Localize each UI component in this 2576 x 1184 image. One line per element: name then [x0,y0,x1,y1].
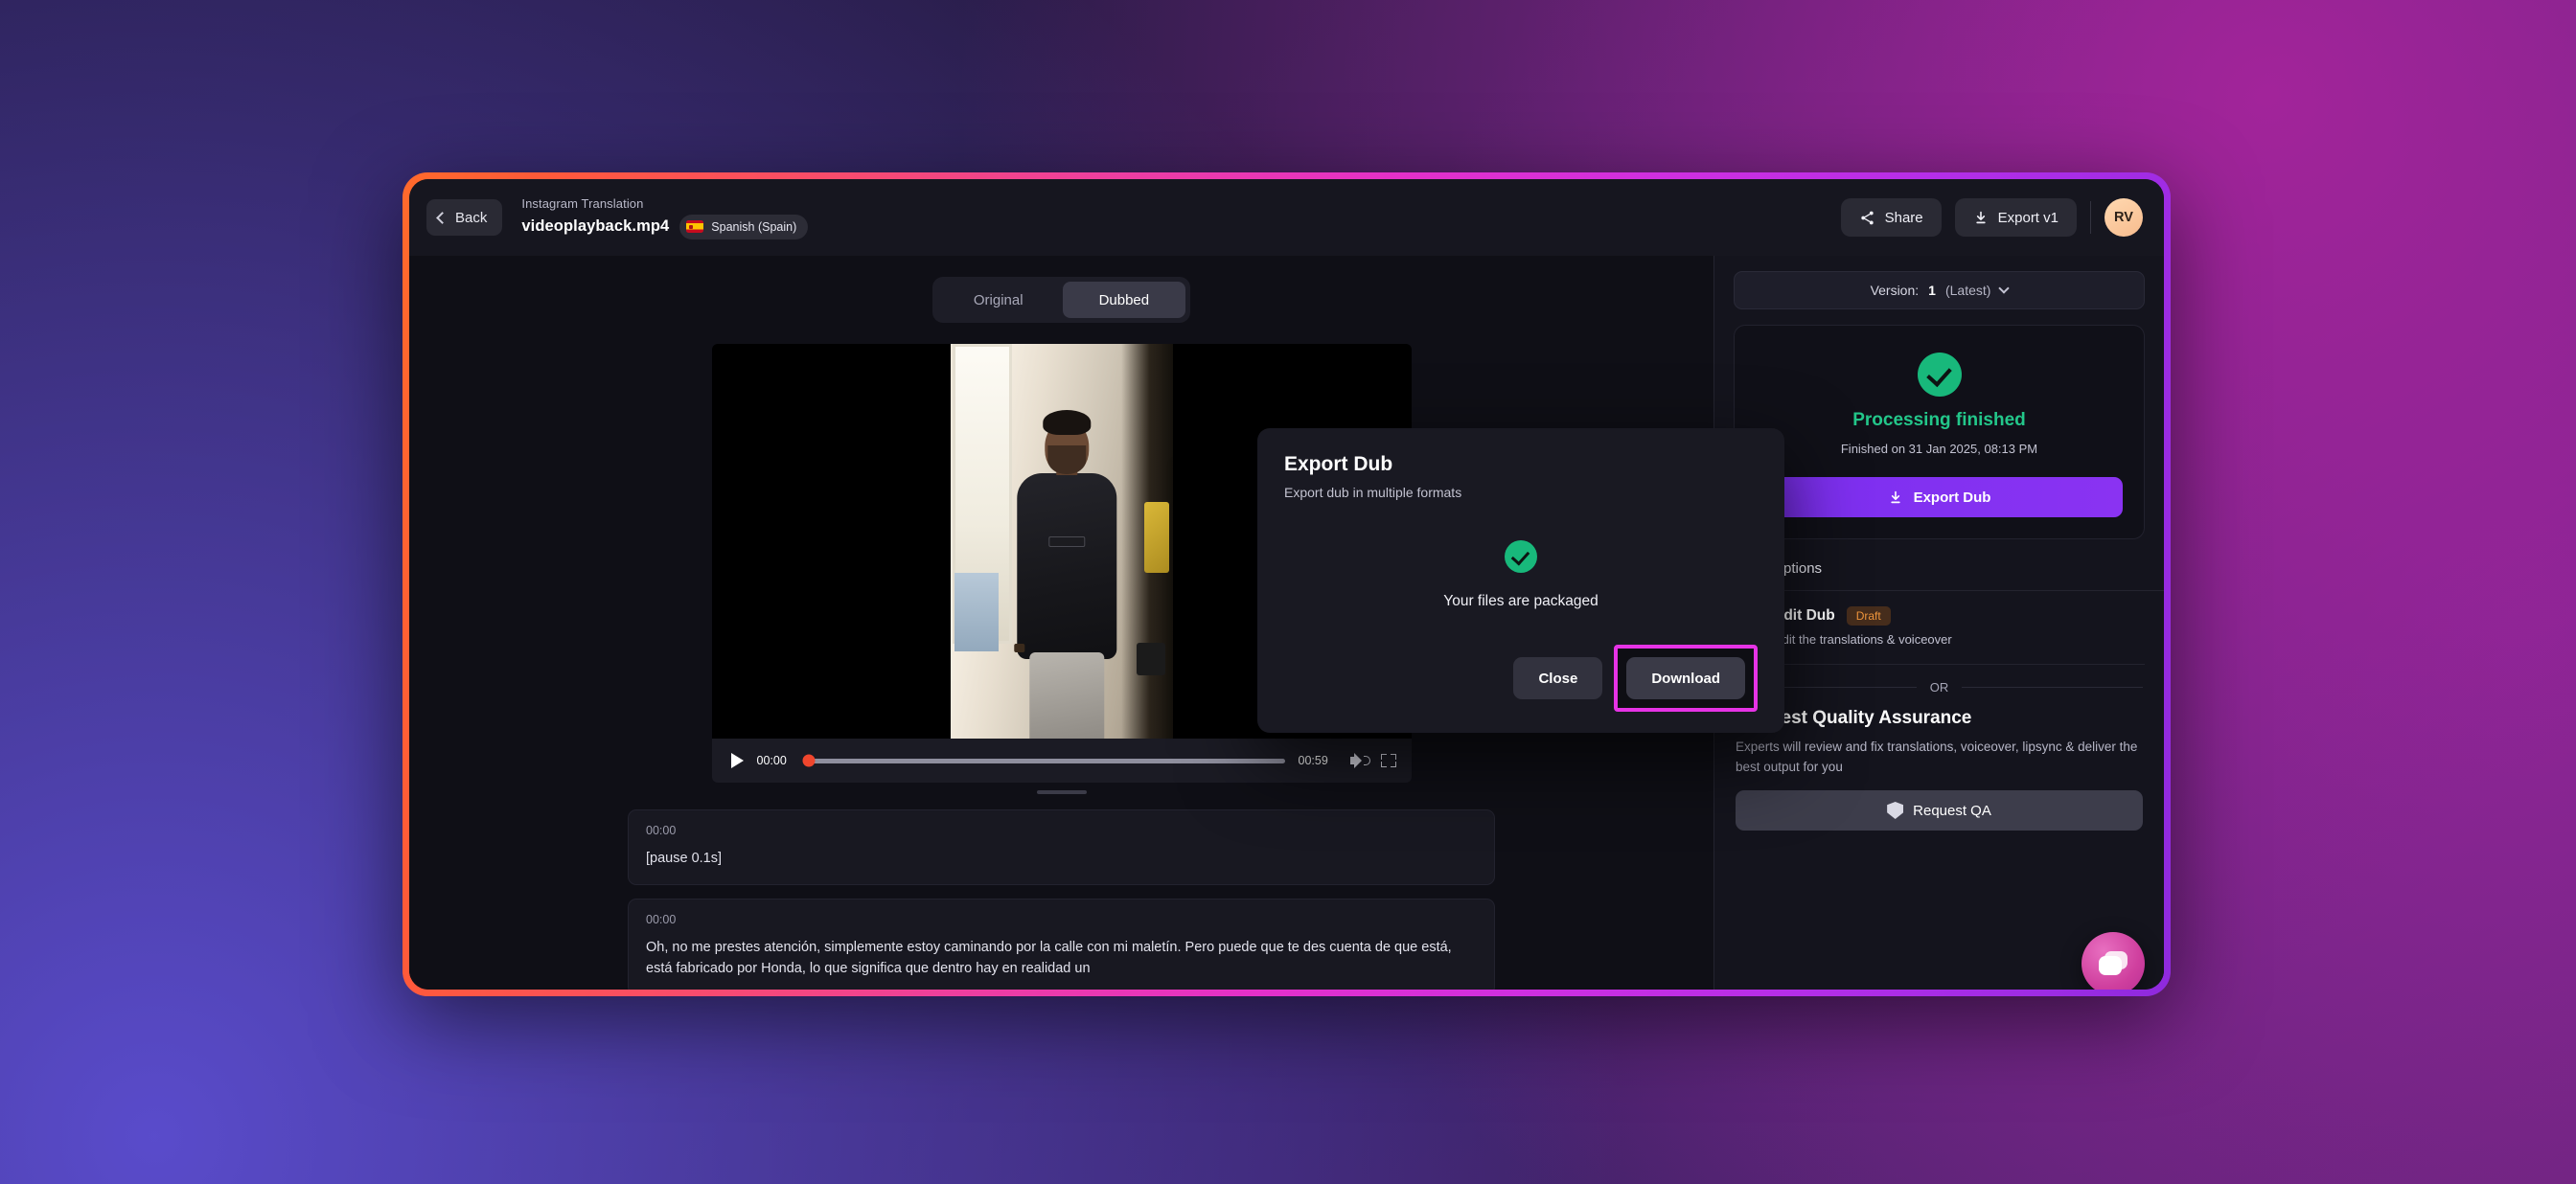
modal-actions: Close Download [1284,645,1758,712]
export-dub-label: Export Dub [1913,489,1991,506]
transcript-segment[interactable]: 00:00 Oh, no me prestes atención, simple… [628,899,1495,990]
duration-time: 00:59 [1298,754,1328,767]
version-number: 1 [1928,283,1936,298]
version-suffix: (Latest) [1944,283,1991,298]
close-button[interactable]: Close [1513,657,1603,699]
modal-status: Your files are packaged [1284,540,1758,610]
or-label: OR [1929,680,1949,694]
app-window: Back Instagram Translation videoplayback… [409,179,2164,990]
request-qa-label: Request QA [1913,802,1991,819]
shield-icon [1887,802,1904,820]
transcript-segment[interactable]: 00:00 [pause 0.1s] [628,809,1495,886]
chevron-down-icon [1998,283,2011,294]
play-button[interactable] [730,753,744,768]
download-icon [1890,490,1900,503]
tabs-group: Original Dubbed [932,277,1191,323]
language-chip[interactable]: Spanish (Spain) [679,214,809,239]
download-button-highlight: Download [1614,645,1758,712]
export-dub-button[interactable]: Export Dub [1756,477,2123,517]
qa-title: Request Quality Assurance [1736,708,1972,728]
qa-subtitle: Experts will review and fix translations… [1736,740,2138,774]
request-qa-button[interactable]: Request QA [1736,790,2143,831]
export-version-button[interactable]: Export v1 [1954,198,2077,237]
video-frame-image [950,344,1173,739]
video-background-object-dark [1136,643,1165,676]
breadcrumb: Instagram Translation [521,195,644,211]
seek-slider[interactable] [802,754,1285,767]
person-torso [1016,473,1116,659]
request-qa-block: Request Quality Assurance Experts will r… [1736,708,2143,831]
person-pants [1028,652,1104,739]
share-button[interactable]: Share [1840,198,1942,237]
video-background-window-lower [954,572,999,652]
status-badge: Draft [1846,606,1891,626]
version-prefix: Version: [1870,283,1920,298]
segment-timestamp: 00:00 [646,824,677,837]
segment-text[interactable]: [pause 0.1s] [646,848,1477,869]
edit-dub-option[interactable]: Edit Dub Draft Edit the translations & v… [1734,591,2145,665]
edit-dub-title-row: Edit Dub Draft [1774,606,1952,626]
title-row: videoplayback.mp4 Spanish (Spain) [521,214,809,239]
video-subject-person [1003,407,1130,739]
other-options-heading: Other options [1736,560,1823,577]
header-divider [2090,201,2091,234]
current-time: 00:00 [756,754,787,767]
person-beard [1046,444,1086,474]
back-button-label: Back [455,209,488,226]
tab-dubbed[interactable]: Dubbed [1062,282,1186,318]
share-button-label: Share [1884,209,1923,226]
edit-dub-texts: Edit Dub Draft Edit the translations & v… [1774,606,1952,647]
seek-handle[interactable] [802,754,815,767]
app-window-frame: Back Instagram Translation videoplayback… [402,172,2171,996]
modal-subtitle: Export dub in multiple formats [1284,485,1462,500]
share-icon [1860,211,1874,224]
export-version-label: Export v1 [1997,209,2058,226]
status-title: Processing finished [1852,410,2026,430]
or-line-right [1962,687,2143,688]
chat-bubble-icon [2099,951,2128,976]
person-shirt-logo [1047,535,1085,547]
file-name: videoplayback.mp4 [521,217,670,235]
volume-icon[interactable] [1349,753,1370,768]
segment-text[interactable]: Oh, no me prestes atención, simplemente … [646,937,1477,979]
version-selector[interactable]: Version: 1 (Latest) [1734,271,2145,309]
avatar[interactable]: RV [2104,198,2143,237]
chat-support-button[interactable] [2082,932,2145,990]
chevron-left-icon [436,212,448,224]
processing-status-card: Processing finished Finished on 31 Jan 2… [1734,325,2145,539]
download-icon [1975,211,1986,223]
success-check-icon [1917,353,1962,397]
download-button[interactable]: Download [1626,657,1745,699]
title-block: Instagram Translation videoplayback.mp4 … [521,195,809,239]
export-dub-modal: Export Dub Export dub in multiple format… [1257,428,1784,733]
spain-flag-icon [686,220,704,233]
audio-track-tabs: Original Dubbed [409,256,1714,323]
language-chip-label: Spanish (Spain) [711,219,797,234]
panel-drag-handle[interactable] [1036,790,1087,794]
fullscreen-icon[interactable] [1380,754,1396,767]
edit-dub-subtitle: Edit the translations & voiceover [1774,632,1952,647]
app-header: Back Instagram Translation videoplayback… [409,179,2164,256]
back-button[interactable]: Back [426,199,503,236]
modal-message: Your files are packaged [1443,593,1598,609]
tab-original[interactable]: Original [937,282,1060,318]
header-actions: Share Export v1 RV [1840,198,2143,237]
video-background-object-yellow [1143,501,1169,573]
video-controls: 00:00 00:59 [711,739,1412,783]
status-subtitle: Finished on 31 Jan 2025, 08:13 PM [1840,442,2038,456]
transcript-list: 00:00 [pause 0.1s] 00:00 Oh, no me prest… [628,809,1495,990]
success-check-icon [1505,540,1537,573]
person-watch [1014,644,1025,653]
person-hair [1042,410,1091,436]
volume-wave [1363,756,1370,765]
segment-timestamp: 00:00 [646,913,677,927]
or-separator: OR [1736,680,2143,694]
modal-title: Export Dub [1284,453,1393,475]
